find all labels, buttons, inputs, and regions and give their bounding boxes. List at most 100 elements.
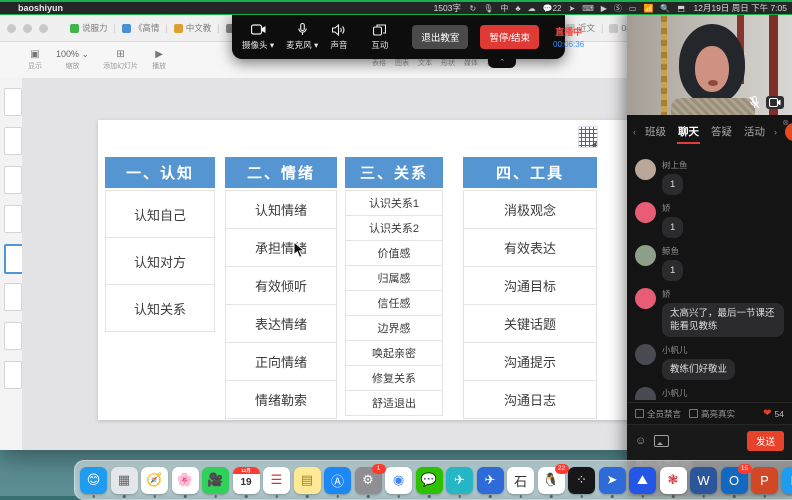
table-cell[interactable]: 承担情绪 [225,228,337,267]
document-tab[interactable]: 《高情 [122,22,160,34]
user-avatar[interactable] [635,159,656,180]
play-status-icon[interactable]: ▶ [601,4,607,13]
table-cell[interactable]: 认知关系 [105,284,215,332]
dock-icon-plane-app[interactable]: ➤ [599,467,626,494]
user-avatar[interactable] [635,344,656,365]
input-source-icon[interactable]: 中 [500,3,508,14]
dock-icon-notes[interactable]: ▤ [294,467,321,494]
sound-button[interactable]: 声音 [330,23,347,51]
battery-icon[interactable]: ▭ [629,4,637,13]
slide-thumbnail[interactable] [4,322,22,350]
dock-icon-wechat[interactable]: 💬 [416,467,443,494]
table-cell[interactable]: 唤起亲密 [345,340,443,366]
sidebar-tab-答疑[interactable]: 答疑 [710,121,733,144]
sidebar-tab-活动[interactable]: 活动 [743,121,766,144]
table-cell[interactable]: 归属感 [345,265,443,291]
table-cell[interactable]: 沟通提示 [463,342,597,381]
dock-icon-photos[interactable]: 🌸 [172,467,199,494]
tabs-scroll-right-icon[interactable]: › [774,127,777,137]
dock-icon-finder[interactable]: 😊 [80,467,107,494]
dock-icon-tim[interactable]: ✈ [477,467,504,494]
slide-thumbnail[interactable] [4,244,24,274]
table-cell[interactable]: 有效倾听 [225,266,337,305]
document-tab[interactable]: 说服力 [70,22,108,34]
dock-icon-powerpoint[interactable]: P [751,467,778,494]
highlight-checkbox[interactable]: 高亮真实 [689,408,735,420]
wifi-icon[interactable]: 📶 [643,4,653,13]
panel-close-icon[interactable]: ⊗ [782,118,789,127]
location-icon[interactable]: ➤ [568,4,575,13]
table-cell[interactable]: 认知对方 [105,237,215,285]
app-status-icon[interactable]: Ⓢ [614,3,622,14]
spotlight-icon[interactable]: 🔍 [660,4,670,13]
mute-all-checkbox[interactable]: 全员禁言 [635,408,681,420]
dock-icon-omni[interactable]: ⁘ [568,467,595,494]
slide-thumbnail[interactable] [4,361,22,389]
slide-thumbnail[interactable] [4,166,22,194]
dock-icon-facetime[interactable]: 🎥 [202,467,229,494]
table-cell[interactable]: 认识关系2 [345,215,443,241]
close-window-button[interactable] [7,24,16,33]
slide-thumbnail[interactable] [4,88,22,116]
table-cell[interactable]: 有效表达 [463,228,597,267]
chat-icon[interactable]: 💬22 [543,4,562,13]
dock-icon-calendar[interactable]: 1912月 [233,467,260,494]
sidebar-tab-聊天[interactable]: 聊天 [677,121,700,144]
table-cell[interactable]: 信任感 [345,290,443,316]
keyboard-icon[interactable]: ⌨ [582,4,594,13]
table-cell[interactable]: 沟通日志 [463,380,597,419]
zoom-window-button[interactable] [39,24,48,33]
slide-thumbnail[interactable] [4,127,22,155]
toolbar-button-缩放[interactable]: 100% ⌄缩放 [56,49,89,71]
table-cell[interactable]: 认知自己 [105,190,215,238]
table-cell[interactable]: 舒适退出 [345,390,443,416]
minimize-window-button[interactable] [23,24,32,33]
toolbar-button-播放[interactable]: ▶播放 [152,49,166,71]
table-cell[interactable]: 边界感 [345,315,443,341]
table-cell[interactable]: 沟通目标 [463,266,597,305]
user-avatar[interactable] [635,387,656,400]
dock-icon-keynote[interactable]: K [782,467,792,494]
toolbar-button-添加幻灯片[interactable]: ⊞添加幻灯片 [103,49,138,71]
dock-icon-outlook[interactable]: O15 [721,467,748,494]
control-bar-collapse-handle[interactable]: ⌃ [488,59,516,68]
sync-icon[interactable]: ↻ [470,4,477,13]
share-icon[interactable]: ♣ [515,4,520,13]
dock-icon-qq[interactable]: 🐧22 [538,467,565,494]
video-mic-muted-icon[interactable] [749,95,760,109]
image-upload-icon[interactable] [654,435,669,447]
dock-icon-chrome[interactable]: ◉ [385,467,412,494]
exit-classroom-button[interactable]: 退出教室 [412,25,468,49]
send-button[interactable]: 发送 [747,431,784,451]
pause-end-button[interactable]: 暂停/结束 [480,25,539,49]
dock-icon-launchpad[interactable]: ▦ [111,467,138,494]
dock-icon-system-preferences[interactable]: ⚙1 [355,467,382,494]
cloud-icon[interactable]: ☁ [528,4,536,13]
table-cell[interactable]: 消极观念 [463,190,597,229]
user-avatar[interactable] [635,288,656,309]
emoji-icon[interactable]: ☺ [635,435,646,447]
video-camera-icon[interactable] [766,96,784,109]
dock-icon-shimo[interactable]: 石 [507,467,534,494]
dictation-icon[interactable]: 🎙 [483,4,493,13]
table-cell[interactable]: 情绪勒索 [225,380,337,419]
table-cell[interactable]: 认识关系1 [345,190,443,216]
control-center-icon[interactable]: ⬒ [677,4,685,13]
user-avatar[interactable] [635,245,656,266]
camera-button[interactable]: 摄像头 ▾ [242,23,274,51]
document-tab[interactable]: 中文教 [174,22,212,34]
microphone-button[interactable]: 麦克风 ▾ [286,23,318,51]
sidebar-tab-班级[interactable]: 班级 [644,121,667,144]
table-cell[interactable]: 修复关系 [345,365,443,391]
table-cell[interactable]: 认知情绪 [225,190,337,229]
dock-icon-safari[interactable]: 🧭 [141,467,168,494]
table-cell[interactable]: 关键话题 [463,304,597,343]
dock-icon-lanhu[interactable]: ⛰ [629,467,656,494]
table-cell[interactable]: 表达情绪 [225,304,337,343]
likes-counter[interactable]: ❤54 [763,408,784,419]
dock-icon-color-circles[interactable]: ❃ [660,467,687,494]
table-cell[interactable]: 价值感 [345,240,443,266]
user-avatar[interactable] [635,202,656,223]
interact-button[interactable]: 互动 [371,23,388,51]
slide-thumbnail[interactable] [4,205,22,233]
